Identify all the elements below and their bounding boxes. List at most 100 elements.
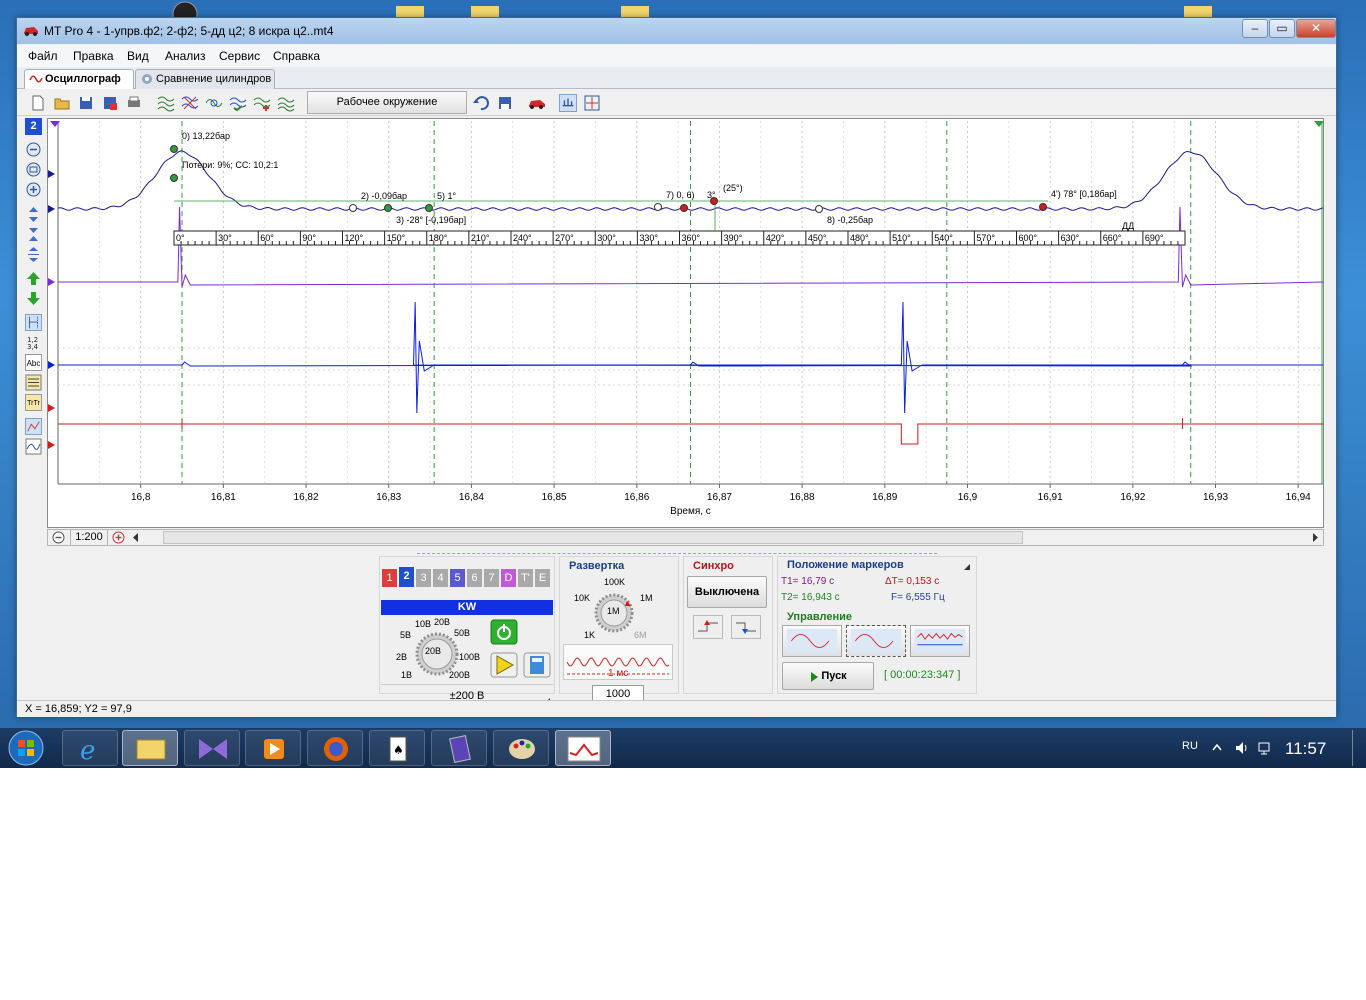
show-desktop-button[interactable] xyxy=(1352,730,1362,766)
volume-icon[interactable] xyxy=(1234,740,1250,756)
start-button-icon[interactable] xyxy=(6,729,46,767)
taskbar-firefox[interactable] xyxy=(307,730,363,766)
stretch-vertical-icon[interactable] xyxy=(25,246,42,263)
graph-mode-icon[interactable] xyxy=(25,418,42,435)
title-bar[interactable]: MT Pro 4 - 1-упрв.ф2; 2-ф2; 5-дд ц2; 8 и… xyxy=(17,18,1336,44)
panel-splitter[interactable] xyxy=(417,549,937,554)
tab-oscilloscope[interactable]: Осциллограф xyxy=(24,69,134,89)
scrollbar-thumb[interactable] xyxy=(163,531,1023,544)
sweep-title: Развертка xyxy=(569,560,625,572)
input-language[interactable]: RU xyxy=(1182,740,1198,752)
zoom-reset-icon[interactable] xyxy=(25,161,42,178)
ruler-label: 180° xyxy=(429,233,448,243)
power-icon[interactable] xyxy=(490,619,518,645)
expand-vertical-icon[interactable] xyxy=(25,206,42,223)
marker-cursor-icon[interactable] xyxy=(25,314,42,331)
channels-wave-icon[interactable] xyxy=(157,94,175,112)
save-icon[interactable] xyxy=(77,94,95,112)
dropdown-corner-icon[interactable] xyxy=(964,564,970,570)
tray-expand-icon[interactable] xyxy=(1212,743,1222,751)
zoom-in-icon[interactable] xyxy=(25,181,42,198)
channel-tab-D[interactable]: D xyxy=(501,569,516,587)
channel-tab-3[interactable]: 3 xyxy=(416,569,431,587)
scroll-left-arrow-icon[interactable] xyxy=(132,533,140,542)
menu-edit[interactable]: Правка xyxy=(73,49,114,63)
menu-view[interactable]: Вид xyxy=(127,49,149,63)
channel-tab-T'[interactable]: T' xyxy=(518,569,533,587)
environment-button[interactable]: Рабочее окружение xyxy=(307,91,467,114)
maximize-button[interactable]: ▭ xyxy=(1269,19,1295,38)
channel-level-marker xyxy=(48,205,55,213)
calculator-icon[interactable] xyxy=(523,652,551,678)
zoom-out-time-icon[interactable] xyxy=(52,531,65,544)
text-label-tool[interactable]: Abc xyxy=(25,354,42,371)
channel-tab-1[interactable]: 1 xyxy=(382,569,397,587)
taskbar-mt-pro[interactable] xyxy=(555,730,611,766)
save-as-icon[interactable] xyxy=(101,94,119,112)
channels-check-icon[interactable] xyxy=(229,94,247,112)
menu-help[interactable]: Справка xyxy=(273,49,320,63)
solitaire-icon: ♠ xyxy=(389,736,407,762)
knob-scale-label: 5В xyxy=(400,630,412,640)
scroll-right-arrow-icon[interactable] xyxy=(1311,533,1319,542)
channels-overlay-icon[interactable] xyxy=(181,94,199,112)
menu-service[interactable]: Сервис xyxy=(219,49,260,63)
zoom-out-icon[interactable] xyxy=(25,141,42,158)
channels-add-icon[interactable] xyxy=(253,94,271,112)
knob-scale-label: 50В xyxy=(454,628,471,638)
marker-label: Потери: 9%; СС: 10,2:1 xyxy=(182,160,278,170)
close-button[interactable]: ✕ xyxy=(1296,19,1336,38)
run-button[interactable]: Пуск xyxy=(782,662,874,690)
channel-tab-2[interactable]: 2 xyxy=(399,567,414,587)
compress-vertical-icon[interactable] xyxy=(25,226,42,243)
menu-file[interactable]: Файл xyxy=(28,49,58,63)
open-folder-icon[interactable] xyxy=(53,94,71,112)
taskbar-ie[interactable]: e xyxy=(62,730,118,766)
network-icon[interactable] xyxy=(1257,740,1273,756)
rising-edge-icon[interactable] xyxy=(693,615,723,639)
menu-analysis[interactable]: Анализ xyxy=(165,49,206,63)
continuous-wave-mode-icon[interactable] xyxy=(846,625,906,657)
horizontal-scrollbar[interactable]: 1:200 xyxy=(47,529,1324,546)
values-table-icon[interactable]: 1,23,4 xyxy=(25,334,42,351)
font-tool[interactable]: TrTr xyxy=(25,394,42,411)
fit-window-icon[interactable] xyxy=(583,94,601,112)
tab-compare-cylinders[interactable]: Сравнение цилиндров xyxy=(135,69,275,89)
channel-settings-icon[interactable] xyxy=(25,374,42,391)
zoom-in-time-icon[interactable] xyxy=(112,531,125,544)
active-channel-badge[interactable]: 2 xyxy=(25,118,42,135)
move-down-icon[interactable] xyxy=(25,290,42,307)
falling-edge-icon[interactable] xyxy=(731,615,761,639)
graph-overlay-icon[interactable] xyxy=(25,438,42,455)
channel-tab-E[interactable]: E xyxy=(535,569,550,587)
play-channel-icon[interactable] xyxy=(490,652,518,678)
oscilloscope-chart[interactable]: 16,8 16,81 16,82 16,83 16,84 16,85 16,86 16,87 1… xyxy=(48,119,1325,529)
ruler-label: 210° xyxy=(471,233,490,243)
single-wave-mode-icon[interactable] xyxy=(782,625,842,657)
channel-tab-4[interactable]: 4 xyxy=(433,569,448,587)
auto-scroll-icon[interactable] xyxy=(559,94,577,112)
taskbar-paint[interactable] xyxy=(493,730,549,766)
taskbar-visual-studio[interactable] xyxy=(184,730,240,766)
channel-tab-5[interactable]: 5 xyxy=(450,569,465,587)
ruler-label: 90° xyxy=(302,233,316,243)
svg-text:3,4: 3,4 xyxy=(27,343,39,351)
taskbar-explorer[interactable] xyxy=(122,730,178,766)
taskbar-media-player[interactable] xyxy=(245,730,301,766)
channels-link-icon[interactable] xyxy=(205,94,223,112)
minimize-button[interactable]: – xyxy=(1242,19,1268,38)
taskbar-card-game[interactable] xyxy=(431,730,487,766)
new-file-icon[interactable] xyxy=(29,94,47,112)
taskbar-solitaire[interactable]: ♠ xyxy=(369,730,425,766)
move-up-icon[interactable] xyxy=(25,270,42,287)
channel-tab-6[interactable]: 6 xyxy=(467,569,482,587)
save-environment-icon[interactable] xyxy=(496,94,514,112)
channels-settings-icon[interactable] xyxy=(277,94,295,112)
channel-tab-7[interactable]: 7 xyxy=(484,569,499,587)
print-icon[interactable] xyxy=(125,94,143,112)
oscilloscope-plot[interactable]: 16,8 16,81 16,82 16,83 16,84 16,85 16,86 16,87 1… xyxy=(47,118,1324,528)
car-diagnostics-icon[interactable] xyxy=(528,94,546,112)
sync-mode-button[interactable]: Выключена xyxy=(687,576,767,608)
undo-icon[interactable] xyxy=(472,94,490,112)
recorder-mode-icon[interactable] xyxy=(910,625,970,657)
